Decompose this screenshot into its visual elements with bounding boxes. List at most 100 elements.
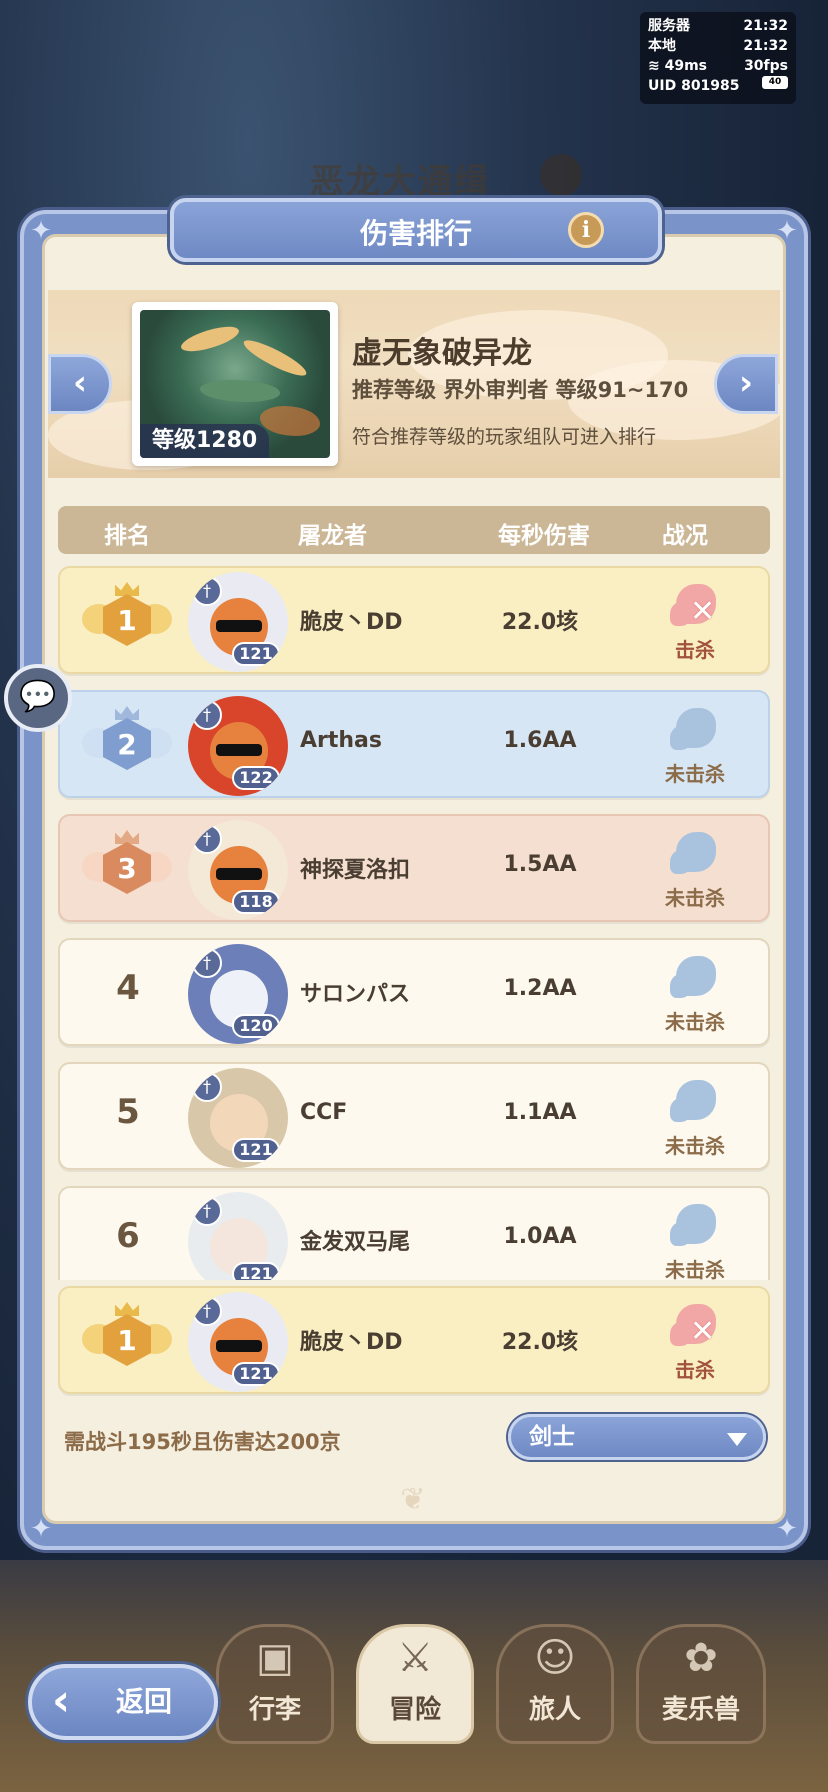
player-level: 122 [232,766,280,790]
sword-icon: † [192,1196,222,1226]
rank-number: 4 [116,968,140,1008]
bronze-medal-icon: 3 [82,828,172,912]
crossed-swords-icon: ⚔ [397,1635,433,1681]
player-damage: 22.0垓 [501,610,579,635]
sword-icon: † [192,824,222,854]
player-level: 121 [232,642,280,666]
dragon-icon [668,702,722,754]
gold-medal-icon: 1 [82,1300,172,1384]
back-button[interactable]: ‹ 返回 [28,1664,218,1740]
class-select-dropdown[interactable]: 剑士 [508,1414,766,1460]
player-damage: 1.0AA [503,1224,577,1249]
player-damage: 1.2AA [503,976,577,1001]
ranking-row[interactable]: 5 † 121 CCF 1.1AA 未击杀 [58,1062,770,1170]
player-name: サロンパス [300,982,411,1007]
player-avatar[interactable]: † 121 [188,1068,288,1168]
uid-value: UID 801985 [648,78,740,94]
kill-status: 未击杀 [640,950,750,1040]
chat-bubble-button[interactable]: 💬 [4,664,72,732]
header-slayer: 屠龙者 [298,523,367,549]
chat-icon: 💬 [19,679,57,714]
nav-adventure[interactable]: ⚔ 冒险 [356,1624,474,1744]
background-page-title: 恶龙大通缉 [310,162,490,202]
nav-luggage[interactable]: ▣ 行李 [216,1624,334,1744]
corner-ornament-icon: ✦ [776,1514,798,1544]
my-level: 121 [232,1362,280,1386]
player-name: 脆皮丶DD [300,610,403,635]
dragon-icon [668,1198,722,1250]
kill-status: 未击杀 [640,702,750,792]
server-time: 21:32 [743,18,788,34]
traveler-icon: ☺ [534,1635,576,1681]
dragon-icon: ✕ [668,1298,722,1350]
player-name: CCF [300,1100,348,1125]
header-status: 战况 [662,523,708,549]
local-label: 本地 [648,38,676,54]
player-avatar[interactable]: † 122 [188,696,288,796]
my-kill-status: ✕ 击杀 [640,1298,750,1388]
ranking-list[interactable]: 1 † 121 脆皮丶DD 22.0垓 ✕ 击杀 2 † 122 Arthas … [58,566,770,1280]
sword-icon: † [192,700,222,730]
player-level: 121 [232,1262,280,1280]
nav-travelers[interactable]: ☺ 旅人 [496,1624,614,1744]
player-damage: 1.1AA [503,1100,577,1125]
gold-medal-icon: 1 [82,580,172,664]
my-name: 脆皮丶DD [300,1330,403,1355]
player-avatar[interactable]: † 121 [188,1192,288,1280]
luggage-icon: ▣ [256,1635,294,1681]
chevron-right-icon: › [738,363,753,403]
silver-medal-icon: 2 [82,704,172,788]
my-damage: 22.0垓 [501,1330,579,1355]
cat-ornament-icon: ❦ [400,1482,426,1517]
player-avatar[interactable]: † 121 [188,572,288,672]
sword-icon: † [192,948,222,978]
rank-number: 5 [116,1092,140,1132]
ranking-row[interactable]: 4 † 120 サロンパス 1.2AA 未击杀 [58,938,770,1046]
my-ranking-row[interactable]: 1 † 121 脆皮丶DD 22.0垓 ✕ 击杀 [58,1286,770,1394]
header-dps: 每秒伤害 [498,523,590,549]
fps-value: 30fps [744,58,788,74]
boss-name: 虚无象破异龙 [352,336,532,371]
boss-note: 符合推荐等级的玩家组队可进入排行 [352,426,657,448]
sword-icon: † [192,1296,222,1326]
kill-status: 未击杀 [640,1074,750,1164]
server-label: 服务器 [648,18,690,34]
ranking-row[interactable]: 3 † 118 神探夏洛扣 1.5AA 未击杀 [58,814,770,922]
ranking-row[interactable]: 1 † 121 脆皮丶DD 22.0垓 ✕ 击杀 [58,566,770,674]
ranking-row[interactable]: 6 † 121 金发双马尾 1.0AA 未击杀 [58,1186,770,1280]
dragon-icon [668,826,722,878]
player-level: 118 [232,890,280,914]
back-label: 返回 [116,1685,173,1718]
corner-ornament-icon: ✦ [776,216,798,246]
player-avatar[interactable]: † 118 [188,820,288,920]
boss-level-badge: 等级1280 [140,424,270,458]
my-ranking-card[interactable]: 1 † 121 脆皮丶DD 22.0垓 ✕ 击杀 [58,1286,770,1394]
pet-icon: ✿ [684,1635,718,1681]
ranking-row[interactable]: 2 † 122 Arthas 1.6AA 未击杀 [58,690,770,798]
prev-boss-button[interactable]: ‹ [48,354,112,414]
info-button[interactable]: i [568,212,604,248]
status-overlay: 服务器 21:32 本地 21:32 ≋ 49ms 30fps UID 801985 4… [640,12,796,104]
battery-icon: 40 [762,76,788,89]
dragon-icon: ✕ [668,578,722,630]
player-level: 121 [232,1138,280,1162]
player-avatar[interactable]: † 120 [188,944,288,1044]
panel-header: 伤害排行 i [170,198,662,262]
sword-icon: † [192,1072,222,1102]
nav-pets[interactable]: ✿ 麦乐兽 [636,1624,766,1744]
my-avatar[interactable]: † 121 [188,1292,288,1392]
corner-ornament-icon: ✦ [30,216,52,246]
boss-recommend: 推荐等级 界外审判者 等级91~170 [352,378,689,402]
caret-down-icon [727,1433,747,1446]
player-damage: 1.5AA [503,852,577,877]
kill-status: 未击杀 [640,826,750,916]
chevron-left-icon: ‹ [72,363,87,403]
book-icon [540,154,582,196]
boss-portrait[interactable]: 等级1280 [132,302,338,466]
requirement-text: 需战斗195秒且伤害达200京 [64,1430,341,1454]
next-boss-button[interactable]: › [714,354,778,414]
player-damage: 1.6AA [503,728,577,753]
player-name: 神探夏洛扣 [300,858,411,883]
player-name: 金发双马尾 [300,1230,411,1255]
ranking-table-header: 排名 屠龙者 每秒伤害 战况 [58,506,770,554]
